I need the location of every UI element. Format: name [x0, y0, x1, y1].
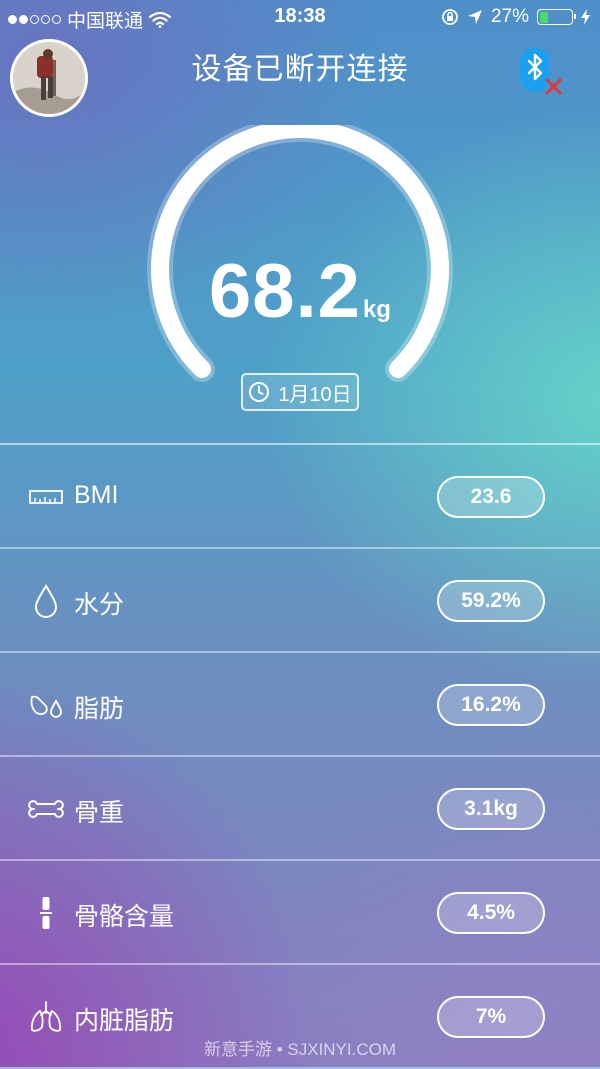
- status-bar: 中国联通 18:38 27%: [0, 0, 600, 34]
- metric-value: 4.5%: [437, 892, 545, 934]
- weight-readout: 68.2kg: [0, 248, 600, 335]
- metric-row-fat[interactable]: 脂肪 16.2%: [0, 653, 600, 757]
- body-metrics-list: BMI 23.6 水分 59.2% 脂肪 16.2% 骨重 3.1kg 骨骼含量…: [0, 443, 600, 1069]
- ruler-icon: [29, 490, 63, 504]
- fat-drops-icon: [30, 695, 62, 718]
- location-arrow-icon: [467, 10, 482, 24]
- weight-value: 68.2: [209, 249, 361, 334]
- battery-icon: [537, 9, 576, 25]
- bluetooth-disconnected-icon[interactable]: [518, 46, 566, 98]
- measurement-date-badge[interactable]: 1月10日: [241, 373, 359, 411]
- metric-label: 骨骼含量: [74, 903, 175, 931]
- clock-icon: [249, 382, 270, 402]
- metric-value: 23.6: [437, 476, 545, 518]
- metric-label: 水分: [74, 591, 125, 619]
- metric-label: BMI: [74, 481, 119, 509]
- metric-value: 7%: [437, 996, 545, 1038]
- skeleton-icon: [40, 897, 52, 929]
- connection-status-title: 设备已断开连接: [191, 53, 409, 86]
- battery-percent: 27%: [490, 6, 529, 27]
- metric-value: 16.2%: [437, 684, 545, 726]
- metric-value: 3.1kg: [437, 788, 545, 830]
- metric-row-skeletal[interactable]: 骨骼含量 4.5%: [0, 861, 600, 965]
- metric-label: 骨重: [74, 799, 125, 827]
- measurement-date: 1月10日: [278, 383, 352, 406]
- metric-row-water[interactable]: 水分 59.2%: [0, 549, 600, 653]
- metric-row-bone-mass[interactable]: 骨重 3.1kg: [0, 757, 600, 861]
- water-drop-icon: [34, 584, 58, 618]
- metric-label: 内脏脂肪: [74, 1007, 175, 1035]
- metric-row-bmi[interactable]: BMI 23.6: [0, 445, 600, 549]
- weight-unit: kg: [362, 296, 391, 323]
- rotation-lock-icon: [442, 9, 458, 25]
- lungs-icon: [30, 1001, 62, 1032]
- metric-label: 脂肪: [74, 695, 125, 723]
- watermark-text: 新意手游 • SJXINYI.COM: [203, 1040, 397, 1059]
- metric-value: 59.2%: [437, 580, 545, 622]
- bone-icon: [28, 800, 64, 818]
- charging-bolt-icon: [581, 9, 590, 25]
- status-right: 27%: [441, 6, 590, 28]
- battery-level: [539, 11, 548, 23]
